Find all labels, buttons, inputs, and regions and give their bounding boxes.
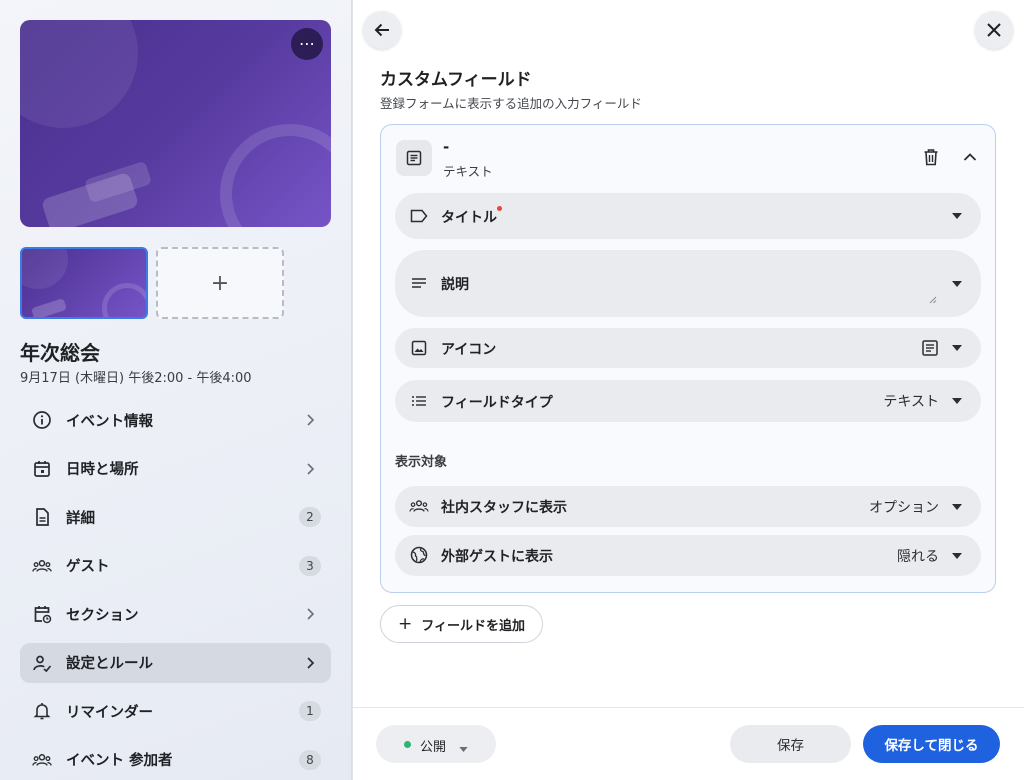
info-icon bbox=[32, 410, 52, 430]
chevron-right-icon bbox=[299, 410, 321, 430]
caret-down-icon[interactable] bbox=[951, 395, 963, 407]
caret-down-icon[interactable] bbox=[951, 501, 963, 513]
caret-down-icon[interactable] bbox=[951, 550, 963, 562]
title-label: タイトル bbox=[441, 210, 497, 226]
sidebar-item-label: セクション bbox=[66, 607, 139, 624]
sidebar-item-sections[interactable]: セクション bbox=[20, 594, 331, 634]
guest-visibility-value: 隠れる bbox=[897, 549, 939, 565]
count-badge: 2 bbox=[299, 507, 321, 527]
guest-visibility-label: 外部ゲストに表示 bbox=[441, 549, 553, 565]
event-title: 年次総会 bbox=[20, 341, 100, 365]
image-thumbnail[interactable] bbox=[20, 247, 148, 319]
sidebar-nav: イベント情報 日時と場所 詳細 2 ゲスト 3 セクション 設定とルール リマイ… bbox=[20, 400, 331, 780]
calendar-clock-icon bbox=[32, 604, 52, 624]
sidebar-item-settings-rules[interactable]: 設定とルール bbox=[20, 642, 331, 683]
chevron-right-icon bbox=[299, 604, 321, 624]
chevron-right-icon bbox=[299, 459, 321, 479]
document-icon bbox=[32, 507, 52, 527]
section-subtitle: 登録フォームに表示する追加の入力フィールド bbox=[380, 96, 642, 111]
add-image-button[interactable]: + bbox=[156, 247, 284, 319]
sidebar-item-label: リマインダー bbox=[66, 704, 153, 721]
guests-icon bbox=[32, 556, 52, 576]
main-panel: カスタムフィールド 登録フォームに表示する追加の入力フィールド - テキスト タ… bbox=[353, 0, 1024, 780]
plus-icon: + bbox=[210, 270, 230, 296]
staff-visibility-select[interactable]: 社内スタッフに表示 オプション bbox=[395, 486, 981, 527]
sidebar-item-label: 設定とルール bbox=[66, 656, 153, 672]
field-type-label: フィールドタイプ bbox=[441, 395, 553, 411]
sidebar-item-label: イベント情報 bbox=[66, 413, 153, 430]
count-badge: 3 bbox=[299, 555, 321, 576]
label-icon bbox=[409, 206, 429, 226]
person-check-icon bbox=[32, 653, 52, 673]
custom-field-card: - テキスト タイトル 説明 アイコン フィールドタイプ テキスト 表示対象 社… bbox=[380, 124, 996, 593]
required-indicator bbox=[497, 206, 502, 211]
selected-icon-preview bbox=[921, 339, 939, 361]
section-title: カスタムフィールド bbox=[380, 70, 532, 90]
caret-down-icon[interactable] bbox=[951, 342, 963, 354]
footer-bar: 公開 保存 保存して閉じる bbox=[353, 707, 1024, 780]
field-type: テキスト bbox=[443, 164, 493, 179]
sidebar-item-label: イベント 参加者 bbox=[66, 753, 173, 769]
globe-icon bbox=[409, 545, 429, 565]
sidebar-item-details[interactable]: 詳細 2 bbox=[20, 497, 331, 537]
publish-status-select[interactable]: 公開 bbox=[376, 725, 496, 763]
field-name: - bbox=[443, 138, 450, 156]
sidebar-item-label: 詳細 bbox=[66, 510, 95, 527]
more-icon: ⋯ bbox=[299, 34, 315, 53]
chevron-right-icon bbox=[299, 653, 321, 673]
back-button[interactable] bbox=[363, 11, 401, 49]
count-badge: 1 bbox=[299, 701, 321, 721]
sidebar-item-attendees[interactable]: イベント 参加者 8 bbox=[20, 740, 331, 780]
field-type-select[interactable]: フィールドタイプ テキスト bbox=[395, 380, 981, 422]
icon-label: アイコン bbox=[441, 342, 497, 358]
caret-down-icon[interactable] bbox=[951, 210, 963, 222]
text-field-icon bbox=[396, 140, 432, 176]
arrow-left-icon bbox=[374, 23, 389, 37]
event-date: 9月17日 (木曜日) 午後2:00 - 午後4:00 bbox=[20, 371, 252, 386]
save-button[interactable]: 保存 bbox=[730, 725, 851, 763]
delete-field-button[interactable] bbox=[921, 147, 941, 167]
add-field-label: フィールドを追加 bbox=[421, 618, 525, 634]
guest-visibility-select[interactable]: 外部ゲストに表示 隠れる bbox=[395, 535, 981, 576]
resize-handle-icon[interactable] bbox=[929, 289, 937, 308]
staff-visibility-label: 社内スタッフに表示 bbox=[441, 500, 567, 516]
count-badge: 8 bbox=[299, 749, 321, 770]
description-input[interactable]: 説明 bbox=[395, 250, 981, 317]
sidebar-item-guests[interactable]: ゲスト 3 bbox=[20, 546, 331, 586]
save-and-close-button[interactable]: 保存して閉じる bbox=[863, 725, 1000, 763]
icon-select[interactable]: アイコン bbox=[395, 328, 981, 368]
sidebar-item-date-place[interactable]: 日時と場所 bbox=[20, 449, 331, 489]
caret-down-icon[interactable] bbox=[951, 278, 963, 290]
sidebar-item-event-info[interactable]: イベント情報 bbox=[20, 400, 331, 440]
visibility-heading: 表示対象 bbox=[395, 455, 448, 470]
chevron-up-icon bbox=[963, 153, 977, 161]
more-options-button[interactable]: ⋯ bbox=[291, 28, 323, 60]
description-label: 説明 bbox=[441, 277, 469, 293]
calendar-icon bbox=[32, 459, 52, 479]
list-icon bbox=[409, 391, 429, 411]
close-icon bbox=[987, 23, 1001, 37]
attendees-icon bbox=[32, 750, 52, 770]
plus-icon: + bbox=[398, 614, 413, 634]
title-input[interactable]: タイトル bbox=[395, 193, 981, 239]
sidebar: ⋯ + 年次総会 9月17日 (木曜日) 午後2:00 - 午後4:00 イベン… bbox=[0, 0, 352, 780]
bell-icon bbox=[32, 701, 52, 721]
image-icon bbox=[409, 338, 429, 358]
staff-icon bbox=[409, 496, 429, 516]
field-type-value: テキスト bbox=[883, 394, 939, 410]
caret-down-icon bbox=[459, 741, 468, 756]
sidebar-item-label: ゲスト bbox=[66, 559, 110, 575]
staff-visibility-value: オプション bbox=[869, 500, 939, 516]
close-button[interactable] bbox=[975, 11, 1013, 49]
trash-icon bbox=[924, 149, 938, 166]
status-label: 公開 bbox=[420, 740, 447, 755]
collapse-field-button[interactable] bbox=[960, 147, 980, 167]
cover-image[interactable]: ⋯ bbox=[20, 20, 331, 227]
notes-icon bbox=[409, 273, 429, 293]
sidebar-item-reminders[interactable]: リマインダー 1 bbox=[20, 691, 331, 731]
status-dot-icon bbox=[404, 741, 411, 748]
sidebar-item-label: 日時と場所 bbox=[66, 462, 139, 478]
add-field-button[interactable]: + フィールドを追加 bbox=[380, 605, 543, 643]
